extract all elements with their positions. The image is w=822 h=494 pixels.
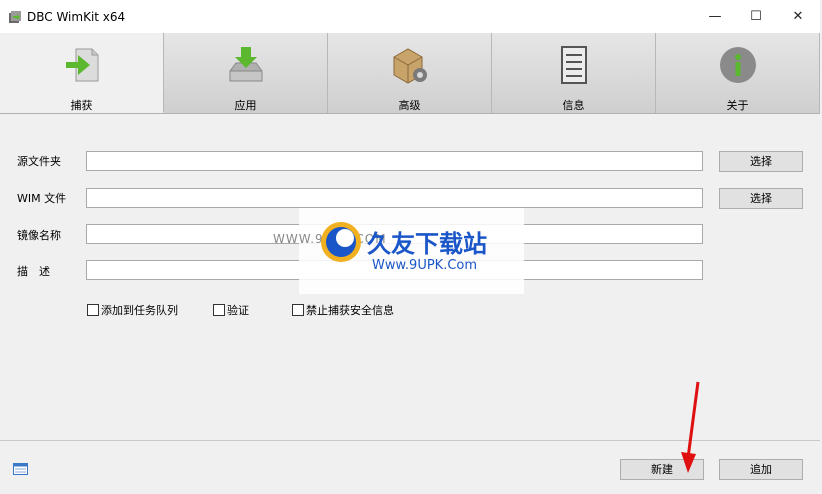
append-button[interactable]: 追加 bbox=[719, 459, 803, 480]
main-tabs: 捕获 应用 高级 信息 关于 bbox=[0, 33, 820, 114]
checkbox-box[interactable] bbox=[292, 304, 304, 316]
tab-capture[interactable]: 捕获 bbox=[0, 33, 164, 113]
maximize-button[interactable]: ☐ bbox=[736, 0, 776, 33]
about-icon bbox=[719, 47, 756, 83]
title-bar: DBC WimKit x64 — ☐ ✕ bbox=[0, 0, 820, 34]
wim-file-label: WIM 文件 bbox=[17, 192, 67, 205]
tab-label: 信息 bbox=[562, 99, 585, 112]
apply-icon bbox=[229, 47, 262, 82]
watermark-overlay: WWW.9UPK.COM 久友下载站 Www.9UPK.Com bbox=[273, 208, 524, 294]
close-button[interactable]: ✕ bbox=[778, 0, 818, 33]
info-document-icon bbox=[560, 46, 587, 84]
log-icon[interactable] bbox=[13, 463, 28, 475]
window-title: DBC WimKit x64 bbox=[27, 10, 126, 24]
red-arrow-icon bbox=[681, 381, 700, 473]
source-folder-input[interactable] bbox=[86, 151, 703, 171]
watermark-brand: 久友下载站 bbox=[367, 230, 487, 258]
no-security-info-checkbox[interactable]: 禁止捕获安全信息 bbox=[292, 302, 394, 318]
description-label: 描 述 bbox=[17, 265, 50, 278]
checkbox-label: 禁止捕获安全信息 bbox=[306, 304, 394, 317]
tab-advanced[interactable]: 高级 bbox=[328, 33, 492, 113]
checkbox-label: 验证 bbox=[227, 304, 249, 317]
wim-file-input[interactable] bbox=[86, 188, 703, 208]
add-to-queue-checkbox[interactable]: 添加到任务队列 bbox=[87, 302, 178, 318]
checkbox-box[interactable] bbox=[87, 304, 99, 316]
tab-info[interactable]: 信息 bbox=[492, 33, 656, 113]
tab-label: 关于 bbox=[726, 99, 749, 112]
checkbox-label: 添加到任务队列 bbox=[101, 304, 178, 317]
watermark-url: Www.9UPK.Com bbox=[372, 258, 478, 273]
watermark-logo-icon bbox=[321, 222, 361, 262]
wim-file-browse-button[interactable]: 选择 bbox=[719, 188, 803, 209]
checkbox-box[interactable] bbox=[213, 304, 225, 316]
verify-checkbox[interactable]: 验证 bbox=[213, 302, 249, 318]
app-icon bbox=[9, 11, 21, 23]
source-folder-browse-button[interactable]: 选择 bbox=[719, 151, 803, 172]
tab-about[interactable]: 关于 bbox=[656, 33, 820, 113]
advanced-icon bbox=[393, 48, 427, 84]
tab-label: 应用 bbox=[234, 99, 257, 112]
source-folder-label: 源文件夹 bbox=[17, 155, 61, 168]
image-name-label: 镜像名称 bbox=[17, 229, 61, 242]
tab-label: 高级 bbox=[398, 99, 421, 112]
tab-label: 捕获 bbox=[70, 99, 93, 112]
minimize-button[interactable]: — bbox=[695, 0, 735, 33]
capture-icon bbox=[65, 48, 98, 82]
tab-apply[interactable]: 应用 bbox=[164, 33, 328, 113]
